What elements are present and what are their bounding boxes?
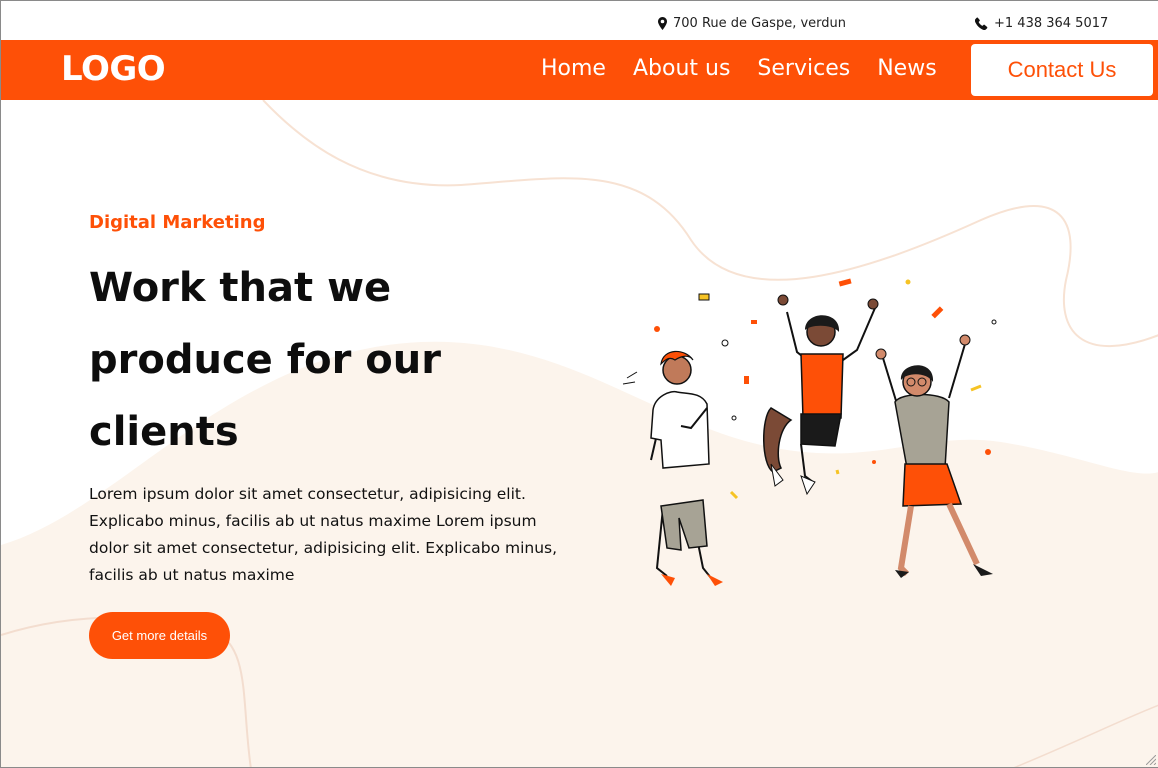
site-logo[interactable]: LOGO [61,49,166,89]
phone-icon [975,17,988,30]
celebrating-people-illustration [622,278,997,586]
main-navbar: LOGO Home About us Services News Contact… [1,40,1158,100]
person-right [875,334,993,578]
phone-text: +1 438 364 5017 [994,16,1109,31]
nav-link-about-us[interactable]: About us [633,56,730,81]
hero-section: Digital Marketing Work that we produce f… [1,100,1158,767]
address-info: 700 Rue de Gaspe, verdun [658,16,846,31]
get-more-details-button[interactable]: Get more details [89,612,230,659]
page-frame: 700 Rue de Gaspe, verdun +1 438 364 5017… [0,0,1158,768]
top-info-bar: 700 Rue de Gaspe, verdun +1 438 364 5017 [1,1,1158,40]
hero-description: Lorem ipsum dolor sit amet consectetur, … [89,485,558,584]
nav-link-home[interactable]: Home [541,56,606,81]
person-left [650,350,723,586]
nav-link-news[interactable]: News [877,56,936,81]
map-pin-icon [658,17,667,30]
hero-eyebrow: Digital Marketing [89,212,266,233]
resize-grip-icon[interactable] [1146,755,1156,765]
address-text: 700 Rue de Gaspe, verdun [673,16,847,31]
phone-info: +1 438 364 5017 [975,16,1108,31]
nav-links: Home About us Services News [541,56,964,81]
contact-us-button[interactable]: Contact Us [971,44,1153,96]
nav-link-services[interactable]: Services [757,56,850,81]
hero-headline: Work that we produce for our clients [89,265,441,455]
person-middle [763,294,879,496]
